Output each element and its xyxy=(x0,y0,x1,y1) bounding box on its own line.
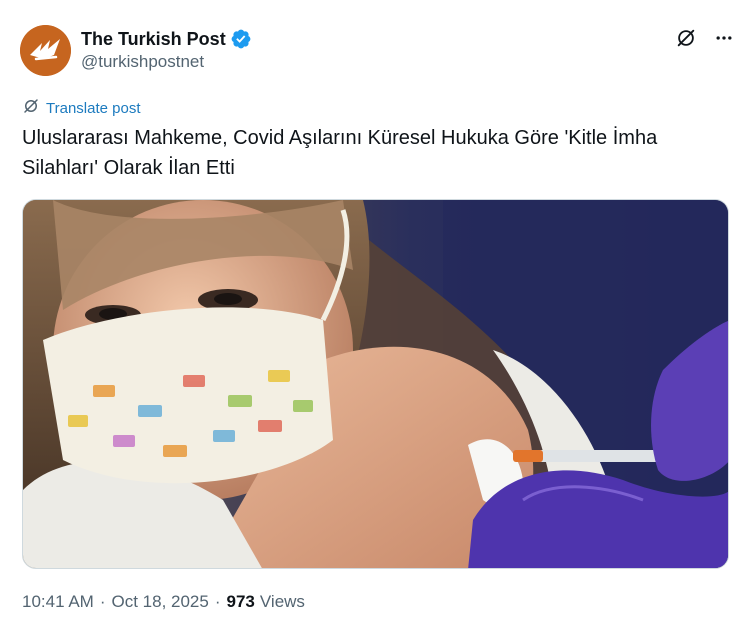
post-photo[interactable] xyxy=(22,199,729,569)
post-meta: 10:41 AM · Oct 18, 2025 · 973 Views xyxy=(22,592,305,612)
translate-post-label: Translate post xyxy=(46,100,141,117)
header-actions xyxy=(674,26,736,50)
name-row: The Turkish Post xyxy=(81,28,252,50)
avatar[interactable] xyxy=(20,24,71,76)
account-handle[interactable]: @turkishpostnet xyxy=(81,52,252,72)
post-time[interactable]: 10:41 AM xyxy=(22,592,94,612)
verified-badge-icon[interactable] xyxy=(230,28,252,50)
grok-icon[interactable] xyxy=(674,26,698,50)
bird-logo-icon xyxy=(20,24,71,76)
more-options-icon[interactable] xyxy=(712,26,736,50)
meta-separator: · xyxy=(99,592,106,611)
views-label: Views xyxy=(259,592,305,611)
post-date[interactable]: Oct 18, 2025 xyxy=(112,592,209,612)
translate-post-link[interactable]: Translate post xyxy=(22,97,141,120)
meta-separator: · xyxy=(214,592,221,611)
post-text: Uluslararası Mahkeme, Covid Aşılarını Kü… xyxy=(22,127,658,179)
account-names: The Turkish Post @turkishpostnet xyxy=(81,28,252,72)
views-count: 973 xyxy=(226,592,255,611)
post-header: The Turkish Post @turkishpostnet xyxy=(20,24,736,76)
translate-icon xyxy=(22,97,40,120)
display-name[interactable]: The Turkish Post xyxy=(81,29,226,50)
vaccination-photo xyxy=(23,200,728,568)
